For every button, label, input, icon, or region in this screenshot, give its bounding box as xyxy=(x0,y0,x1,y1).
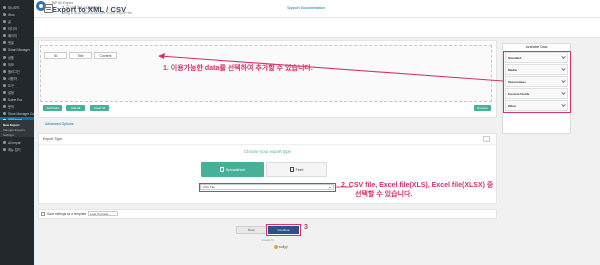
tools-icon xyxy=(3,84,6,87)
field-chip-id[interactable]: ID xyxy=(44,52,67,59)
woo-icon xyxy=(3,13,6,16)
add-all-button[interactable]: Add All xyxy=(66,105,85,111)
save-template-checkbox[interactable] xyxy=(41,212,45,216)
collapse-toggle-button[interactable]: - xyxy=(483,136,490,142)
sidebar-item-inquiry[interactable]: 문의 xyxy=(0,103,34,110)
clear-all-button[interactable]: Clear All xyxy=(90,105,109,111)
preview-button[interactable]: Preview xyxy=(474,105,491,111)
sidebar-sub-settings[interactable]: Settings xyxy=(0,132,34,137)
annotation-3-text: 3 xyxy=(304,224,308,231)
annotation-box-available-data xyxy=(503,51,571,113)
save-template-label: Save settings as a template xyxy=(47,212,87,216)
created-by-text: Created by xyxy=(261,239,274,242)
sidebar-item-dashboard[interactable]: 대시보드 xyxy=(0,4,34,11)
sidebar-item-users[interactable]: 사용자 xyxy=(0,75,34,82)
media-icon xyxy=(3,27,6,30)
annotation-box-format-select xyxy=(199,183,336,192)
inquiry-icon xyxy=(3,105,6,108)
sidebar-item-pages[interactable]: 페이지 xyxy=(0,32,34,39)
document-icon xyxy=(44,4,53,13)
sidebar-item-plugins[interactable]: 플러그인 xyxy=(0,68,34,75)
export-info-box xyxy=(34,18,600,38)
sidebar-item-comments[interactable]: 댓글 xyxy=(0,39,34,46)
sidebar-item-connector[interactable]: Store Manager Connector xyxy=(0,110,34,117)
feed-option[interactable]: Feed xyxy=(266,162,327,177)
settings-icon xyxy=(3,91,6,94)
dashboard-icon xyxy=(3,6,6,9)
spreadsheet-icon xyxy=(219,167,224,172)
sidebar-item-woo[interactable]: Woo xyxy=(0,11,34,18)
sidebar-item-products[interactable]: 상품 xyxy=(0,54,34,61)
post-icon xyxy=(3,20,6,23)
available-data-title: Available Data xyxy=(525,45,548,49)
sidebar-item-tools[interactable]: 도구 xyxy=(0,82,34,89)
feed-icon xyxy=(289,167,294,172)
support-documentation-link[interactable]: Support Documentation xyxy=(287,6,325,10)
plugin-icon xyxy=(3,70,6,73)
field-chip-title[interactable]: Title xyxy=(69,52,92,59)
sidebar-item-posts[interactable]: 글 xyxy=(0,18,34,25)
advanced-options-link[interactable]: Advanced Options xyxy=(45,122,74,126)
sidebar-item-all-import[interactable]: All Import xyxy=(0,139,34,146)
field-chip-content[interactable]: Content xyxy=(94,52,117,59)
sidebar-item-settings[interactable]: 설정 xyxy=(0,89,34,96)
connector-icon xyxy=(3,112,6,115)
soflyy-logo-icon xyxy=(274,245,278,249)
admin-sidebar: 대시보드 Woo 글 미디어 페이지 댓글 Smart Manager 상품 외… xyxy=(0,0,34,265)
drag-drop-hint: Drag & drop data to include in the expor… xyxy=(62,11,134,15)
annotation-box-continue xyxy=(266,224,301,236)
import-icon xyxy=(3,141,6,144)
add-field-button[interactable]: Add Field xyxy=(43,105,62,111)
collapse-icon xyxy=(3,148,6,151)
load-template-select[interactable]: Load Template... xyxy=(88,211,118,216)
smart-manager-icon xyxy=(3,48,6,51)
annotation-2-text-line2: 선택할 수 있습니다. xyxy=(355,191,413,198)
sidebar-item-collapse[interactable]: 메뉴 접기 xyxy=(0,146,34,153)
appearance-icon xyxy=(3,63,6,66)
sidebar-item-media[interactable]: 미디어 xyxy=(0,25,34,32)
product-icon xyxy=(3,56,6,59)
sidebar-item-smart-manager[interactable]: Smart Manager xyxy=(0,46,34,53)
spreadsheet-option[interactable]: Spreadsheet xyxy=(201,162,264,177)
annotation-1-text: 1. 이용가능한 data를 선택하여 추가할 수 있습니다. xyxy=(163,65,313,72)
kaine-icon xyxy=(3,98,6,101)
export-type-heading: Export Type xyxy=(43,137,63,141)
choose-export-type-text: Choose your export type xyxy=(244,149,291,154)
user-icon xyxy=(3,77,6,80)
sidebar-item-appearance[interactable]: 외모 xyxy=(0,61,34,68)
page-icon xyxy=(3,34,6,37)
annotation-2-text-line1: 2. CSV file, Excel file(XLS), Excel file… xyxy=(341,182,494,189)
divider xyxy=(39,144,496,145)
back-button[interactable]: Back xyxy=(236,226,267,234)
soflyy-logo: soflyy xyxy=(274,245,288,249)
comment-icon xyxy=(3,41,6,44)
sidebar-item-kaine-ess[interactable]: Kaine Ess xyxy=(0,96,34,103)
